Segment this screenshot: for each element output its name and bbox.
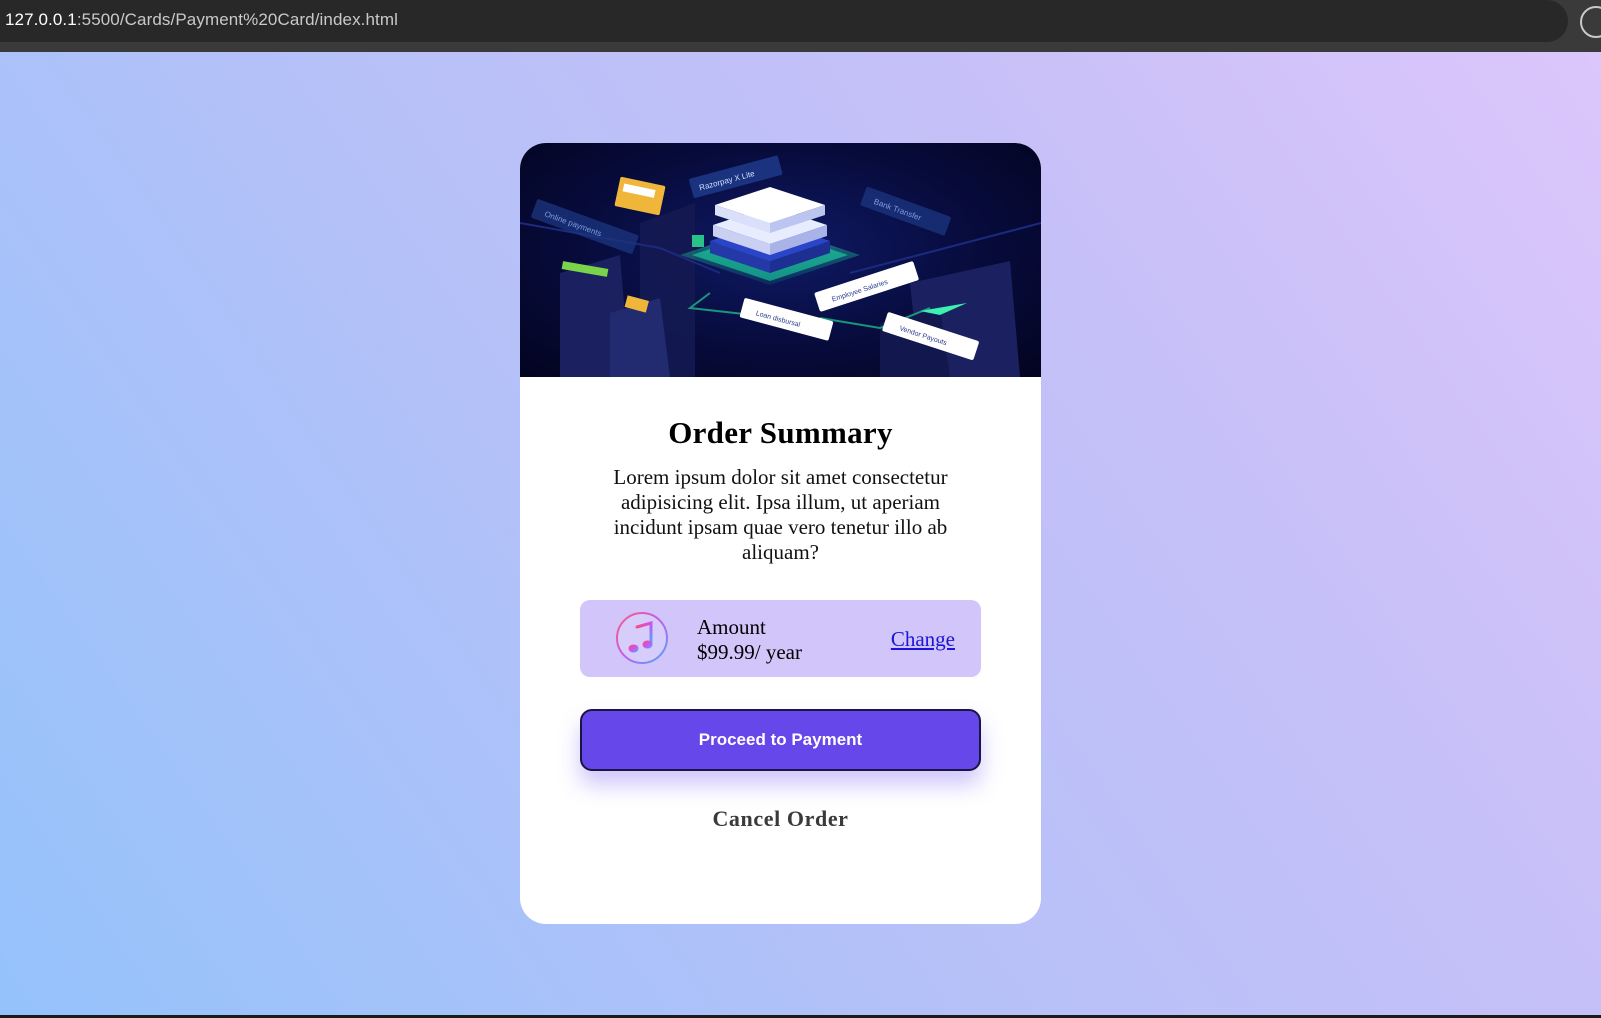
- plan-summary: Amount $99.99/ year Change: [580, 600, 981, 677]
- address-bar[interactable]: 127.0.0.1:5500/Cards/Payment%20Card/inde…: [0, 0, 1568, 42]
- url-text[interactable]: 127.0.0.1:5500/Cards/Payment%20Card/inde…: [5, 10, 398, 30]
- profile-icon[interactable]: [1580, 6, 1601, 38]
- order-summary-card: Razorpay X Lite Online payments Bank Tra…: [520, 143, 1041, 924]
- change-plan-link[interactable]: Change: [891, 627, 955, 652]
- hero-illustration: Razorpay X Lite Online payments Bank Tra…: [520, 143, 1041, 377]
- url-host: 127.0.0.1: [5, 10, 77, 29]
- proceed-to-payment-button[interactable]: Proceed to Payment: [580, 709, 981, 771]
- payments-illustration: Razorpay X Lite Online payments Bank Tra…: [520, 155, 1041, 377]
- music-note-icon: [615, 611, 669, 665]
- page-background: Razorpay X Lite Online payments Bank Tra…: [0, 52, 1601, 1018]
- page-title: Order Summary: [668, 415, 893, 450]
- cancel-order-button[interactable]: Cancel Order: [580, 799, 981, 839]
- browser-toolbar: 127.0.0.1:5500/Cards/Payment%20Card/inde…: [0, 0, 1601, 52]
- plan-label: Amount: [697, 615, 766, 639]
- order-description: Lorem ipsum dolor sit amet consectetur a…: [613, 465, 948, 564]
- url-path: :5500/Cards/Payment%20Card/index.html: [76, 10, 399, 29]
- plan-price: $99.99/ year: [697, 640, 802, 664]
